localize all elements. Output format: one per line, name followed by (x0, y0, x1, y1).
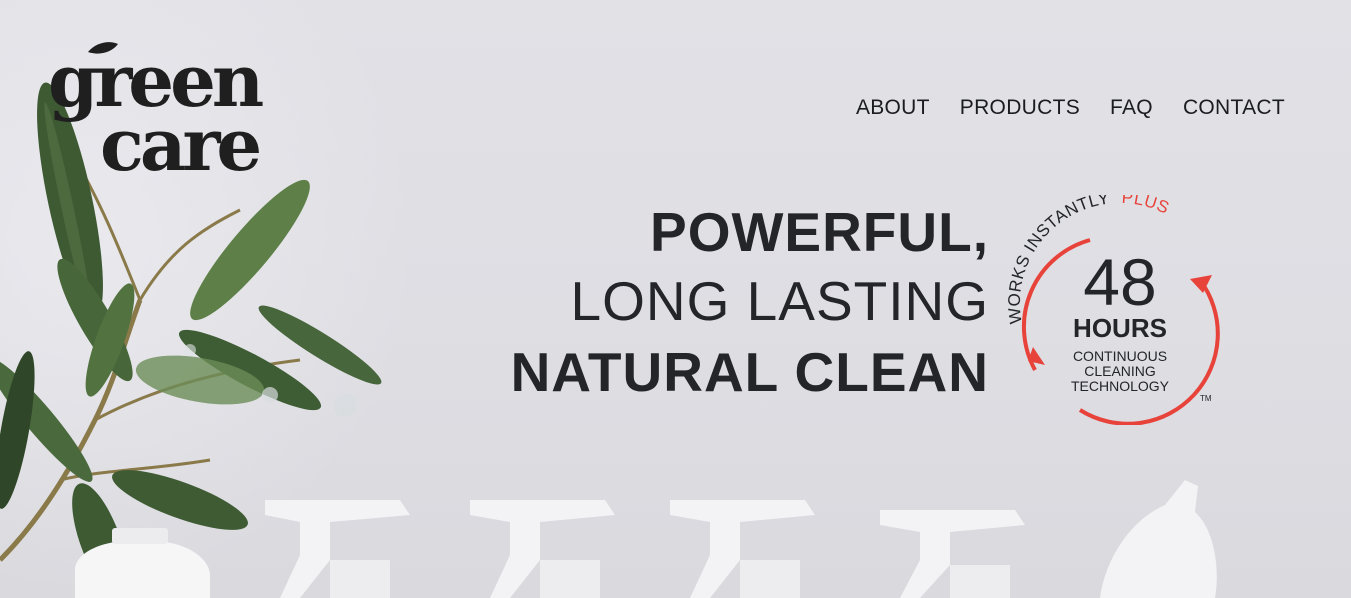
badge-line-3: TECHNOLOGY (1071, 378, 1170, 394)
badge-unit: HOURS (1073, 313, 1167, 343)
logo-text-care: care (100, 102, 259, 178)
badge-number: 48 (1083, 245, 1156, 319)
48-hours-badge: WORKS INSTANTLY PLUS 48 HOURS CONTINUOUS… (1000, 195, 1230, 425)
nav-about[interactable]: ABOUT (856, 96, 930, 120)
nav-faq[interactable]: FAQ (1110, 96, 1153, 120)
badge-line-2: CLEANING (1084, 363, 1156, 379)
badge-trademark: TM (1200, 394, 1212, 403)
nav-products[interactable]: PRODUCTS (960, 96, 1080, 120)
nav-contact[interactable]: CONTACT (1183, 96, 1285, 120)
hero-headline: POWERFUL, LONG LASTING NATURAL CLEAN (511, 205, 989, 400)
badge-arc-accent: PLUS (1121, 195, 1172, 218)
hero-section: green care ABOUT PRODUCTS FAQ CONTACT PO… (0, 0, 1351, 598)
greencare-logo[interactable]: green care (48, 38, 348, 178)
headline-line-2: LONG LASTING (570, 270, 989, 332)
badge-line-1: CONTINUOUS (1073, 348, 1167, 364)
main-nav: ABOUT PRODUCTS FAQ CONTACT (856, 96, 1285, 120)
headline-line-3: NATURAL CLEAN (510, 341, 989, 403)
headline-line-1: POWERFUL, (650, 201, 989, 263)
spray-bottles-image (0, 460, 1351, 598)
